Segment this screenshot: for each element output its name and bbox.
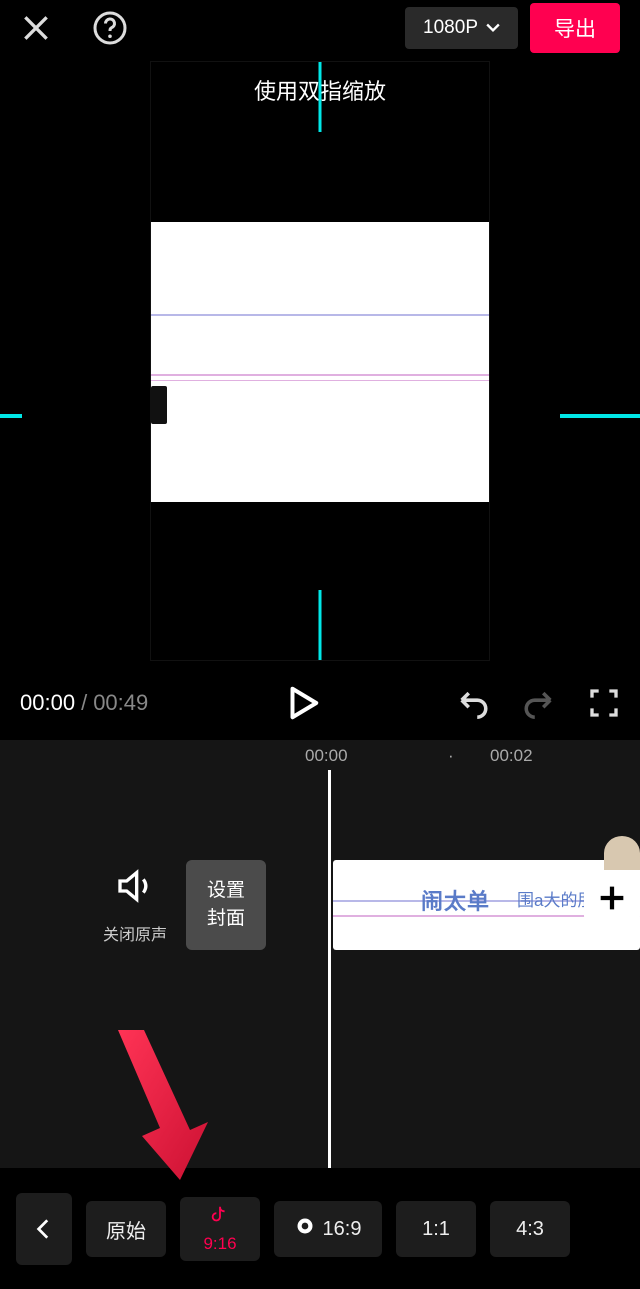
- tick-dot: ·: [448, 746, 454, 766]
- time-total: 00:49: [93, 690, 148, 716]
- guide-right: [560, 414, 640, 418]
- ratio-1-1[interactable]: 1:1: [396, 1201, 476, 1257]
- time-ruler: 00:00 · 00:02: [0, 740, 640, 770]
- clip-overlay-text: 闹太单: [421, 884, 490, 916]
- timeline[interactable]: 00:00 · 00:02 关闭原声 设置 封面 闹太单 围a大的朋: [0, 740, 640, 1168]
- aspect-ratio-bar: 原始 9:16 16:9 1:1 4:3: [0, 1169, 640, 1289]
- header-right: 1080P 导出: [405, 3, 620, 53]
- ratio-label: 原始: [106, 1215, 146, 1244]
- export-label: 导出: [554, 18, 596, 41]
- speaker-icon: [115, 893, 155, 910]
- time-current: 00:00: [20, 690, 75, 716]
- add-clip-button[interactable]: [584, 870, 640, 926]
- content-mark: [151, 386, 167, 424]
- time-display: 00:00 / 00:49: [20, 690, 148, 716]
- content-line: [151, 314, 489, 316]
- undo-icon[interactable]: [456, 686, 490, 720]
- content-line: [151, 380, 489, 381]
- time-separator: /: [81, 690, 87, 716]
- ratio-9-16[interactable]: 9:16: [180, 1197, 260, 1261]
- play-icon[interactable]: [283, 684, 321, 722]
- tick-label: 00:02: [490, 746, 533, 766]
- guide-bottom: [319, 590, 322, 660]
- ratio-4-3[interactable]: 4:3: [490, 1201, 570, 1257]
- header-bar: 1080P 导出: [0, 0, 640, 56]
- playback-bar: 00:00 / 00:49: [0, 666, 640, 740]
- clip-overlay-subtext: 围a大的朋: [517, 886, 594, 911]
- resolution-button[interactable]: 1080P: [405, 7, 518, 49]
- resolution-label: 1080P: [423, 17, 478, 39]
- guide-top: [319, 62, 322, 132]
- redo-icon[interactable]: [522, 686, 556, 720]
- playhead[interactable]: [328, 770, 331, 1168]
- playback-controls: [456, 686, 620, 720]
- ratio-label: 16:9: [323, 1218, 362, 1241]
- export-button[interactable]: 导出: [530, 3, 620, 53]
- mute-label: 关闭原声: [90, 921, 180, 945]
- mute-control[interactable]: 关闭原声: [90, 866, 180, 945]
- tick-label: 00:00: [305, 746, 348, 766]
- ratio-label: 9:16: [203, 1234, 236, 1254]
- ratio-label: 1:1: [422, 1218, 450, 1241]
- content-line: [151, 374, 489, 376]
- circle-icon: [295, 1216, 315, 1242]
- help-icon[interactable]: [92, 10, 128, 46]
- clip-thumb: [604, 836, 640, 870]
- ratio-original[interactable]: 原始: [86, 1201, 166, 1257]
- chevron-down-icon: [486, 17, 500, 39]
- ratio-label: 4:3: [516, 1218, 544, 1241]
- tiktok-icon: [209, 1204, 231, 1232]
- set-cover-button[interactable]: 设置 封面: [186, 860, 266, 950]
- video-content: [151, 222, 489, 502]
- cover-label: 设置 封面: [207, 877, 245, 934]
- fullscreen-icon[interactable]: [588, 687, 620, 719]
- track-row: 关闭原声 设置 封面 闹太单 围a大的朋: [0, 840, 640, 970]
- header-left: [20, 10, 375, 46]
- guide-left: [0, 414, 22, 418]
- annotation-arrow-icon: [100, 1030, 220, 1185]
- back-button[interactable]: [16, 1193, 72, 1265]
- preview-area[interactable]: 使用双指缩放: [0, 56, 640, 666]
- ratio-16-9[interactable]: 16:9: [274, 1201, 382, 1257]
- play-center: [148, 684, 456, 722]
- preview-canvas[interactable]: 使用双指缩放: [150, 61, 490, 661]
- close-icon[interactable]: [20, 12, 52, 44]
